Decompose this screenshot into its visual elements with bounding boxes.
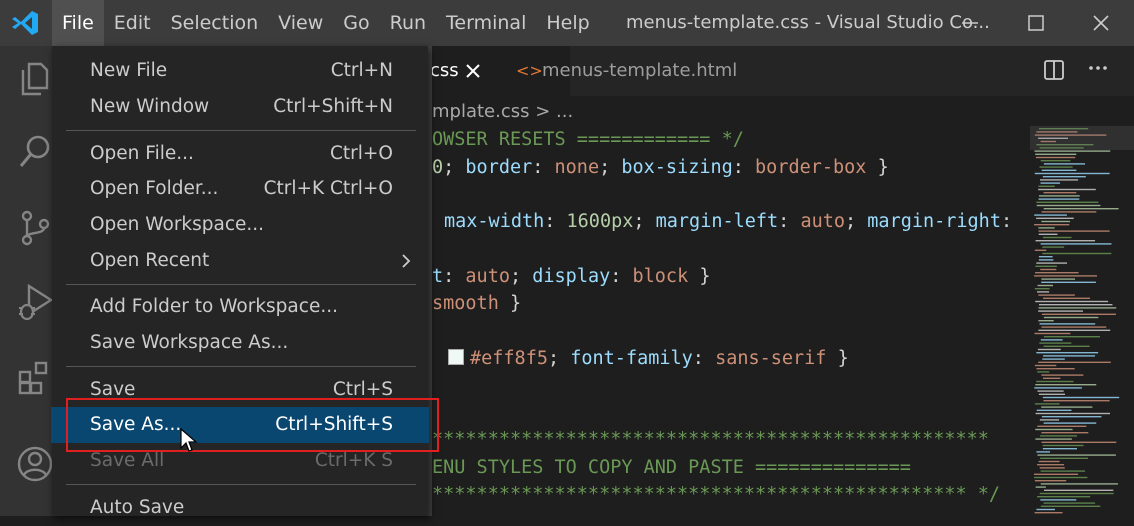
code-line: t: auto; display: block } <box>432 266 711 287</box>
tab-menus-template-html[interactable]: <> menus-template.html <box>500 46 758 96</box>
chevron-right-icon <box>402 254 411 268</box>
menu-separator <box>66 366 416 367</box>
run-debug-icon[interactable] <box>15 282 55 322</box>
html-file-icon: <> <box>516 61 543 80</box>
breadcrumb[interactable]: mplate.css > ... <box>432 98 573 126</box>
close-window-button[interactable] <box>1068 0 1134 46</box>
minimap[interactable] <box>1030 126 1134 516</box>
more-actions-icon[interactable] <box>1086 56 1110 80</box>
menu-bar: File Edit Selection View Go Run Terminal… <box>52 0 600 46</box>
extensions-icon[interactable] <box>15 358 55 398</box>
source-control-icon[interactable] <box>15 208 55 248</box>
code-line: smooth } <box>432 293 522 314</box>
menu-item-new-file[interactable]: New File Ctrl+N <box>52 53 428 89</box>
maximize-icon <box>1028 15 1044 31</box>
vscode-logo-icon[interactable] <box>10 8 40 38</box>
code-line: #eff8f5; font-family: sans-serif } <box>448 345 849 372</box>
menu-separator <box>66 130 416 131</box>
files-icon[interactable] <box>15 58 55 98</box>
minimap-slider[interactable] <box>1030 126 1134 150</box>
code-line: 0; border: none; box-sizing: border-box … <box>432 157 889 178</box>
tab-close-icon[interactable] <box>464 62 482 80</box>
menu-item-open-recent[interactable]: Open Recent <box>52 243 428 279</box>
menu-separator <box>66 484 416 485</box>
menu-edit[interactable]: Edit <box>104 0 161 46</box>
close-icon <box>1093 15 1109 31</box>
tab-label: menus-template.html <box>542 60 738 81</box>
maximize-button[interactable] <box>1003 0 1069 46</box>
code-line: ****************************************… <box>432 429 989 450</box>
window-title: menus-template.css - Visual Studio Co... <box>626 12 990 33</box>
menu-item-auto-save[interactable]: Auto Save <box>52 490 428 526</box>
color-swatch[interactable] <box>448 349 464 365</box>
search-icon[interactable] <box>15 132 55 172</box>
title-bar: File Edit Selection View Go Run Terminal… <box>0 0 1134 46</box>
menu-item-open-workspace[interactable]: Open Workspace... <box>52 207 428 243</box>
menu-run[interactable]: Run <box>380 0 436 46</box>
minimize-icon <box>962 22 978 24</box>
minimize-button[interactable] <box>937 0 1003 46</box>
menu-file[interactable]: File <box>52 0 104 46</box>
account-icon[interactable] <box>15 444 55 484</box>
code-line: ENU STYLES TO COPY AND PASTE ===========… <box>432 457 911 478</box>
menu-item-add-folder[interactable]: Add Folder to Workspace... <box>52 289 428 325</box>
menu-terminal[interactable]: Terminal <box>436 0 536 46</box>
menu-help[interactable]: Help <box>536 0 599 46</box>
menu-selection[interactable]: Selection <box>161 0 269 46</box>
highlight-annotation <box>66 398 439 452</box>
menu-item-open-file[interactable]: Open File... Ctrl+O <box>52 136 428 172</box>
code-line: max-width: 1600px; margin-left: auto; ma… <box>444 211 1013 232</box>
menu-item-open-folder[interactable]: Open Folder... Ctrl+K Ctrl+O <box>52 171 428 207</box>
mouse-cursor-icon <box>180 428 198 452</box>
split-editor-icon[interactable] <box>1043 59 1065 81</box>
minimap-content <box>1034 128 1120 514</box>
tab-label: css <box>430 60 459 81</box>
menu-separator <box>66 284 416 285</box>
menu-item-save-workspace-as[interactable]: Save Workspace As... <box>52 325 428 361</box>
menu-go[interactable]: Go <box>333 0 379 46</box>
code-line: ****************************************… <box>432 484 1001 505</box>
code-line: OWSER RESETS ============ */ <box>432 129 744 150</box>
menu-view[interactable]: View <box>268 0 333 46</box>
menu-item-new-window[interactable]: New Window Ctrl+Shift+N <box>52 89 428 125</box>
